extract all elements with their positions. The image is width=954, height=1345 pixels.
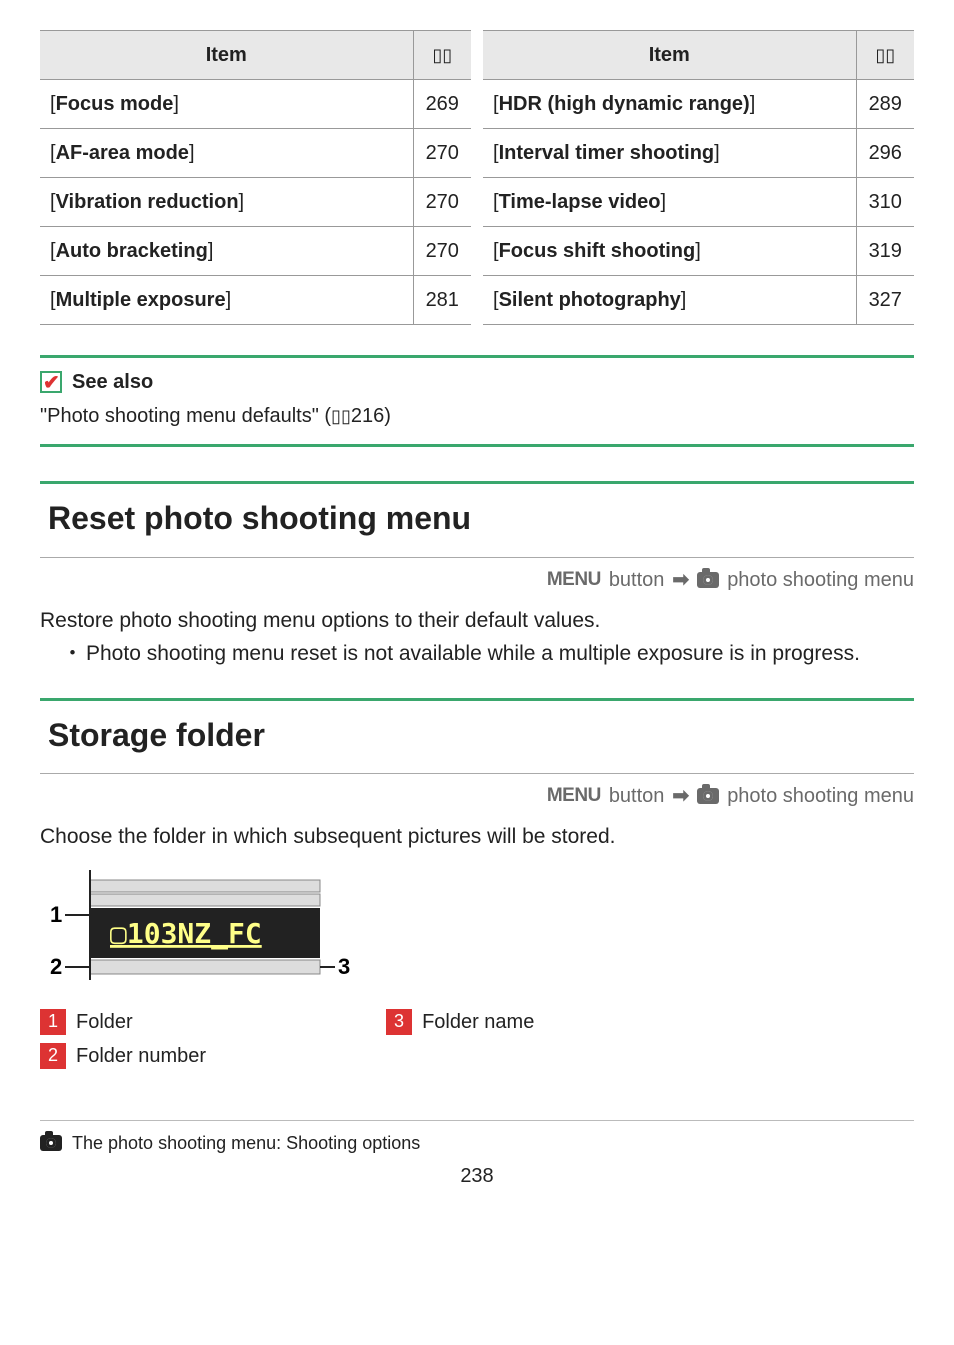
table-header-page-icon: ▯▯ xyxy=(856,31,914,80)
table-row: [Time-lapse video]310 xyxy=(483,178,914,227)
section-breadcrumb: MENU button ➡ photo shooting menu xyxy=(40,774,914,816)
item-cell: [HDR (high dynamic range)] xyxy=(483,80,856,129)
callout-group-left: 1 Folder 2 Folder number xyxy=(40,1008,206,1070)
folder-text: ▢103NZ_FC xyxy=(110,917,262,950)
page-cell: 327 xyxy=(856,276,914,325)
callouts: 1 Folder 2 Folder number 3 Folder name xyxy=(40,1008,914,1070)
page-cell: 289 xyxy=(856,80,914,129)
table-header-item: Item xyxy=(483,31,856,80)
breadcrumb-button-text: button xyxy=(609,782,665,810)
page-cell: 281 xyxy=(413,276,471,325)
item-cell: [Vibration reduction] xyxy=(40,178,413,227)
table-row: [Focus shift shooting]319 xyxy=(483,227,914,276)
footer: The photo shooting menu: Shooting option… xyxy=(40,1120,914,1190)
table-row: [Auto bracketing]270 xyxy=(40,227,471,276)
camera-icon xyxy=(697,788,719,804)
section-heading-wrap: Storage folder xyxy=(40,698,914,775)
diagram-wrap: ▢103NZ_FC 1 2 3 xyxy=(50,870,914,1000)
table-header-item: Item xyxy=(40,31,413,80)
see-also-box: See also "Photo shooting menu defaults" … xyxy=(40,355,914,447)
section-heading: Storage folder xyxy=(40,711,914,775)
table-row: [Focus mode]269 xyxy=(40,80,471,129)
page-cell: 270 xyxy=(413,178,471,227)
callout-group-right: 3 Folder name xyxy=(386,1008,534,1070)
table-row: [Interval timer shooting]296 xyxy=(483,129,914,178)
item-cell: [Focus mode] xyxy=(40,80,413,129)
right-item-table: Item ▯▯ [HDR (high dynamic range)]289 [I… xyxy=(483,30,914,325)
page-cell: 310 xyxy=(856,178,914,227)
menu-label: MENU xyxy=(547,783,601,810)
arrow-right-icon: ➡ xyxy=(672,566,689,594)
callout-item: 2 Folder number xyxy=(40,1042,206,1070)
see-also-suffix: ) xyxy=(384,405,391,427)
item-cell: [Silent photography] xyxy=(483,276,856,325)
breadcrumb-dest: photo shooting menu xyxy=(727,566,914,594)
table-row: [Vibration reduction]270 xyxy=(40,178,471,227)
left-item-table: Item ▯▯ [Focus mode]269 [AF-area mode]27… xyxy=(40,30,471,325)
breadcrumb-dest: photo shooting menu xyxy=(727,782,914,810)
page-cell: 270 xyxy=(413,129,471,178)
breadcrumb-button-text: button xyxy=(609,566,665,594)
see-also-page: 216 xyxy=(351,405,384,427)
book-icon: ▯▯ xyxy=(331,406,351,426)
book-icon: ▯▯ xyxy=(875,45,895,65)
camera-icon xyxy=(697,572,719,588)
see-also-title: See also xyxy=(40,368,914,396)
callout-number: 3 xyxy=(386,1009,412,1035)
page-cell: 319 xyxy=(856,227,914,276)
callout-label: Folder name xyxy=(422,1008,534,1036)
callout-number: 1 xyxy=(40,1009,66,1035)
callout-marker-2: 2 xyxy=(50,954,62,979)
table-row: [HDR (high dynamic range)]289 xyxy=(483,80,914,129)
page-cell: 269 xyxy=(413,80,471,129)
page-cell: 296 xyxy=(856,129,914,178)
table-row: [AF-area mode]270 xyxy=(40,129,471,178)
book-icon: ▯▯ xyxy=(432,45,452,65)
page-number: 238 xyxy=(40,1162,914,1190)
menu-label: MENU xyxy=(547,567,601,594)
item-cell: [Focus shift shooting] xyxy=(483,227,856,276)
footer-text: The photo shooting menu: Shooting option… xyxy=(72,1131,420,1156)
section-body: Choose the folder in which subsequent pi… xyxy=(40,822,914,851)
tables-row: Item ▯▯ [Focus mode]269 [AF-area mode]27… xyxy=(40,30,914,325)
item-cell: [Multiple exposure] xyxy=(40,276,413,325)
callout-item: 3 Folder name xyxy=(386,1008,534,1036)
item-cell: [Time-lapse video] xyxy=(483,178,856,227)
section-reset-photo-shooting-menu: Reset photo shooting menu MENU button ➡ … xyxy=(40,481,914,670)
item-cell: [Interval timer shooting] xyxy=(483,129,856,178)
see-also-prefix: "Photo shooting menu defaults" ( xyxy=(40,405,331,427)
see-also-text: "Photo shooting menu defaults" (▯▯216) xyxy=(40,402,914,430)
table-header-page-icon: ▯▯ xyxy=(413,31,471,80)
callout-marker-3: 3 xyxy=(338,954,350,979)
item-cell: [Auto bracketing] xyxy=(40,227,413,276)
storage-folder-diagram: ▢103NZ_FC 1 2 3 xyxy=(50,870,350,1000)
table-row: [Multiple exposure]281 xyxy=(40,276,471,325)
callout-label: Folder xyxy=(76,1008,133,1036)
bullet-list: Photo shooting menu reset is not availab… xyxy=(68,639,914,669)
table-row: [Silent photography]327 xyxy=(483,276,914,325)
callout-number: 2 xyxy=(40,1043,66,1069)
item-cell: [AF-area mode] xyxy=(40,129,413,178)
arrow-right-icon: ➡ xyxy=(672,782,689,810)
checkmark-icon xyxy=(40,371,62,393)
bullet-item: Photo shooting menu reset is not availab… xyxy=(68,639,914,669)
callout-item: 1 Folder xyxy=(40,1008,206,1036)
footer-title: The photo shooting menu: Shooting option… xyxy=(40,1131,914,1156)
callout-label: Folder number xyxy=(76,1042,206,1070)
camera-icon xyxy=(40,1135,62,1151)
callout-marker-1: 1 xyxy=(50,902,62,927)
section-breadcrumb: MENU button ➡ photo shooting menu xyxy=(40,558,914,600)
section-body: Restore photo shooting menu options to t… xyxy=(40,606,914,635)
section-heading-wrap: Reset photo shooting menu xyxy=(40,481,914,558)
section-heading: Reset photo shooting menu xyxy=(40,494,914,558)
see-also-label: See also xyxy=(72,368,153,396)
page-cell: 270 xyxy=(413,227,471,276)
section-storage-folder: Storage folder MENU button ➡ photo shoot… xyxy=(40,698,914,1070)
